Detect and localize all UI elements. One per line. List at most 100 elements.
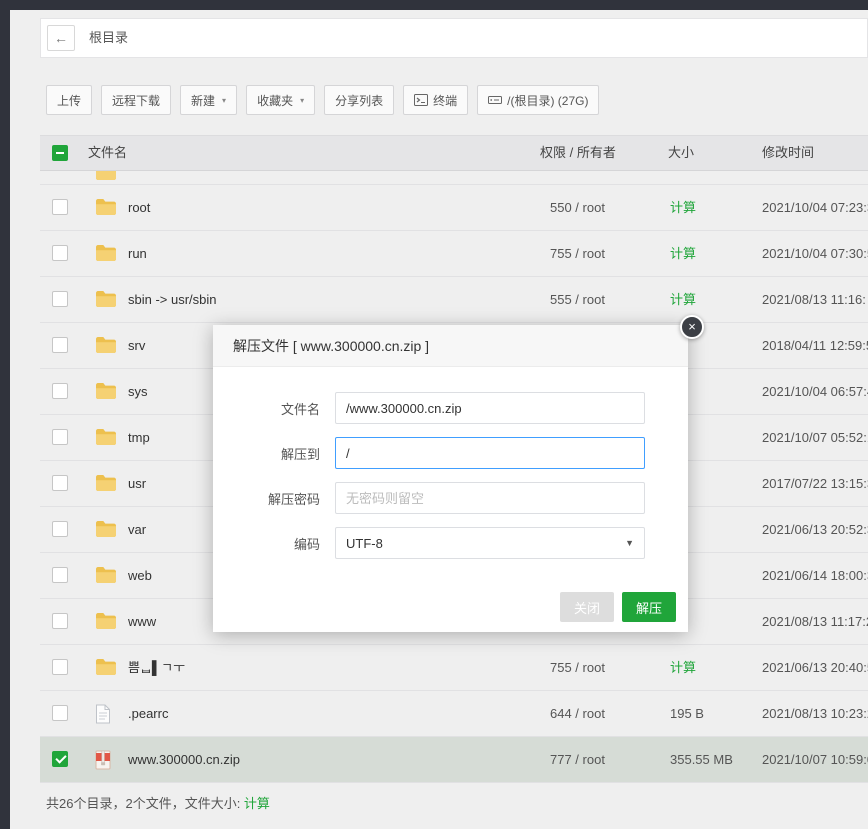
table-row[interactable]: root 550 / root 计算 2021/10/04 07:23:3 [40,185,868,231]
row-checkbox[interactable] [52,291,68,307]
dialog-title: 解压文件 [ www.300000.cn.zip ] [213,325,688,367]
folder-icon [95,658,117,681]
file-icon [95,704,111,729]
folder-icon [95,171,117,185]
dialog-footer: 关闭 解压 [213,580,688,632]
column-header-size[interactable]: 大小 [668,136,694,170]
row-checkbox[interactable] [52,429,68,445]
row-checkbox[interactable] [52,613,68,629]
row-checkbox[interactable] [52,337,68,353]
file-name: www.300000.cn.zip [128,737,240,782]
extract-button[interactable]: 解压 [622,592,676,622]
row-checkbox[interactable] [52,567,68,583]
disk-icon [488,94,502,106]
file-name: srv [128,323,145,368]
folder-icon [95,382,117,405]
row-checkbox[interactable] [52,659,68,675]
remote-download-button[interactable]: 远程下载 [101,85,171,115]
file-mtime: 2021/08/13 10:23:2 [762,691,868,736]
file-size[interactable]: 计算 [670,645,696,690]
column-header-permissions[interactable]: 权限 / 所有者 [540,136,616,170]
file-permissions: 755 / root [550,231,605,276]
file-name: sys [128,369,148,414]
table-row[interactable]: .pearrc 644 / root 195 B 2021/08/13 10:2… [40,691,868,737]
folder-icon [95,566,117,589]
encoding-select[interactable]: UTF-8 ▼ [335,527,645,559]
file-name: sbin -> usr/sbin [128,277,217,322]
file-mtime: 2017/07/22 13:15:3 [762,461,868,506]
zip-icon [95,750,111,775]
file-mtime: 2021/10/04 07:23:3 [762,185,868,230]
disk-button[interactable]: /(根目录) (27G) [477,85,599,115]
dialog-body: 文件名 解压到 解压密码 编码 UTF-8 ▼ [213,367,688,580]
favorites-button[interactable]: 收藏夹▾ [246,85,315,115]
folder-icon [95,244,117,267]
partial-row [40,171,868,185]
file-mtime: 2021/08/13 11:17:2 [762,599,868,644]
table-row[interactable]: run 755 / root 计算 2021/10/04 07:30:5 [40,231,868,277]
file-permissions: 555 / root [550,277,605,322]
select-all-checkbox[interactable] [52,145,68,161]
back-button[interactable]: ← [47,25,75,51]
row-checkbox[interactable] [52,383,68,399]
file-size: 195 B [670,691,704,736]
encoding-value: UTF-8 [346,536,383,551]
upload-button[interactable]: 上传 [46,85,92,115]
table-row[interactable]: www.300000.cn.zip 777 / root 355.55 MB 2… [40,737,868,783]
password-input[interactable] [335,482,645,514]
folder-icon [95,520,117,543]
toolbar: 上传 远程下载 新建▾ 收藏夹▾ 分享列表 终端 /(根目录) (27G) [46,85,599,115]
row-checkbox[interactable] [52,199,68,215]
file-permissions: 755 / root [550,645,605,690]
chevron-down-icon: ▾ [222,96,226,105]
column-header-mtime[interactable]: 修改时间 [762,136,814,170]
row-checkbox[interactable] [52,475,68,491]
terminal-icon [414,94,428,106]
column-header-name[interactable]: 文件名 [88,136,127,170]
file-mtime: 2021/06/13 20:40:5 [762,645,868,690]
chevron-right-icon: > [121,19,127,57]
share-list-button[interactable]: 分享列表 [324,85,394,115]
file-permissions: 550 / root [550,185,605,230]
file-mtime: 2021/10/07 10:59:0 [762,737,868,782]
file-mtime: 2021/10/04 07:30:5 [762,231,868,276]
table-row[interactable]: sbin -> usr/sbin 555 / root 计算 2021/08/1… [40,277,868,323]
file-mtime: 2021/06/13 20:52:3 [762,507,868,552]
new-button[interactable]: 新建▾ [180,85,237,115]
file-name: .pearrc [128,691,168,736]
file-mtime: 2021/10/07 05:52:1 [762,415,868,460]
folder-icon [95,336,117,359]
chevron-down-icon: ▼ [625,538,634,548]
file-mtime: 2018/04/11 12:59:5 [762,323,868,368]
file-name: var [128,507,146,552]
folder-icon [95,612,117,635]
chevron-down-icon: ▾ [300,96,304,105]
cancel-button[interactable]: 关闭 [560,592,614,622]
file-name: web [128,553,152,598]
close-icon: × [688,319,696,334]
file-size[interactable]: 计算 [670,185,696,230]
folder-icon [95,428,117,451]
folder-icon [95,290,117,313]
close-button[interactable]: × [680,315,704,339]
extract-to-input[interactable] [335,437,645,469]
table-row[interactable]: 쁨ᆸ▌ㄱㅜ 755 / root 计算 2021/06/13 20:40:5 [40,645,868,691]
breadcrumb: ← 根目录 > [40,18,868,58]
file-name: tmp [128,415,150,460]
row-checkbox[interactable] [52,705,68,721]
filename-label: 文件名 [225,399,320,418]
summary-text: 共26个目录，2个文件，文件大小: [46,796,244,811]
filename-input[interactable] [335,392,645,424]
file-size: 355.55 MB [670,737,733,782]
calc-size-link[interactable]: 计算 [244,796,270,811]
file-size[interactable]: 计算 [670,231,696,276]
extract-to-label: 解压到 [225,444,320,463]
folder-icon [95,198,117,221]
terminal-button[interactable]: 终端 [403,85,468,115]
file-name: 쁨ᆸ▌ㄱㅜ [128,645,185,690]
file-mtime: 2021/08/13 11:16: [762,277,866,322]
row-checkbox[interactable] [52,521,68,537]
row-checkbox[interactable] [52,245,68,261]
file-mtime: 2021/10/04 06:57:4 [762,369,868,414]
row-checkbox[interactable] [52,751,68,767]
